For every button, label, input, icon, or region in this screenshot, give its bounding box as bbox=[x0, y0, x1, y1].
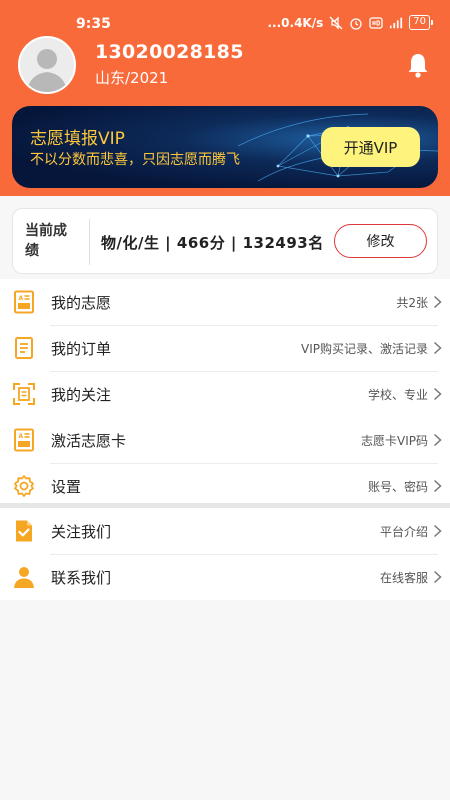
menu-item-contact-us[interactable]: 联系我们 在线客服 bbox=[0, 554, 450, 600]
vip-banner[interactable]: 志愿填报VIP 不以分数而悲喜，只因志愿而腾飞 开通VIP bbox=[12, 106, 438, 188]
chevron-right-icon bbox=[433, 570, 442, 584]
hd-icon bbox=[369, 16, 383, 29]
menu-label: 设置 bbox=[51, 477, 82, 496]
menu-hint: 学校、专业 bbox=[367, 387, 428, 402]
user-region-year: 山东/2021 bbox=[95, 69, 169, 87]
gear-icon bbox=[14, 475, 34, 497]
svg-text:A: A bbox=[19, 433, 24, 440]
menu-group-account: A 激活志愿卡 志愿卡VIP码 设置 账号、密码 bbox=[0, 417, 450, 509]
menu-hint: 账号、密码 bbox=[367, 479, 428, 494]
banner-subtitle: 不以分数而悲喜，只因志愿而腾飞 bbox=[30, 152, 240, 168]
menu-label: 关注我们 bbox=[51, 522, 112, 541]
menu-label: 联系我们 bbox=[51, 568, 112, 587]
banner-title: 志愿填报VIP bbox=[30, 129, 125, 149]
menu-hint: 在线客服 bbox=[379, 570, 428, 585]
menu-item-follow-us[interactable]: 关注我们 平台介绍 bbox=[0, 508, 450, 554]
activation-card-icon: A bbox=[14, 428, 34, 452]
menu-hint: 平台介绍 bbox=[379, 524, 428, 539]
status-time: 9:35 bbox=[76, 16, 111, 32]
menu-item-activate-card[interactable]: A 激活志愿卡 志愿卡VIP码 bbox=[0, 417, 450, 463]
edit-score-button[interactable]: 修改 bbox=[334, 224, 427, 258]
menu-label: 我的订单 bbox=[51, 339, 112, 358]
menu-item-my-follows[interactable]: 我的关注 学校、专业 bbox=[0, 371, 450, 417]
status-indicators: ...0.4K/s 70 bbox=[267, 15, 433, 30]
mute-icon bbox=[329, 15, 343, 30]
chevron-right-icon bbox=[433, 387, 442, 401]
chevron-right-icon bbox=[433, 479, 442, 493]
alarm-icon bbox=[350, 17, 362, 30]
menu-item-my-volunteer[interactable]: A 我的志愿 共2张 bbox=[0, 279, 450, 325]
follow-frame-icon bbox=[13, 383, 35, 405]
bell-icon[interactable] bbox=[407, 52, 429, 78]
score-label: 当前成绩 bbox=[25, 223, 67, 259]
score-divider bbox=[89, 219, 90, 265]
checked-document-icon bbox=[16, 520, 32, 542]
menu-group-records: A 我的志愿 共2张 我的订单 VIP购买记录、激活记录 我的关注 学校、专业 bbox=[0, 279, 450, 417]
menu-label: 我的关注 bbox=[51, 385, 112, 404]
status-bar: 9:35 ...0.4K/s 70 bbox=[0, 0, 450, 40]
volunteer-form-icon: A bbox=[14, 290, 34, 314]
person-icon bbox=[14, 567, 34, 588]
avatar[interactable] bbox=[18, 36, 76, 94]
menu-hint: VIP购买记录、激活记录 bbox=[301, 341, 428, 356]
menu-hint: 志愿卡VIP码 bbox=[361, 433, 428, 448]
menu-label: 激活志愿卡 bbox=[51, 431, 127, 450]
avatar-person-icon bbox=[26, 49, 68, 92]
open-vip-button[interactable]: 开通VIP bbox=[321, 127, 420, 167]
menu-hint: 共2张 bbox=[396, 295, 428, 310]
signal-icon bbox=[390, 17, 403, 28]
network-speed: ...0.4K/s bbox=[267, 15, 324, 30]
profile-header: 9:35 ...0.4K/s 70 13020028185 山东/2021 志愿… bbox=[0, 0, 450, 196]
order-document-icon bbox=[15, 337, 33, 359]
score-value: 物/化/生 | 466分 | 132493名 bbox=[101, 234, 324, 252]
chevron-right-icon bbox=[433, 341, 442, 355]
svg-text:A: A bbox=[19, 295, 24, 302]
chevron-right-icon bbox=[433, 295, 442, 309]
menu-group-about: 关注我们 平台介绍 联系我们 在线客服 bbox=[0, 508, 450, 600]
score-card: 当前成绩 物/化/生 | 466分 | 132493名 修改 bbox=[12, 208, 438, 274]
chevron-right-icon bbox=[433, 433, 442, 447]
menu-label: 我的志愿 bbox=[51, 293, 112, 312]
battery-icon: 70 bbox=[409, 15, 433, 30]
menu-item-my-orders[interactable]: 我的订单 VIP购买记录、激活记录 bbox=[0, 325, 450, 371]
chevron-right-icon bbox=[433, 524, 442, 538]
user-phone: 13020028185 bbox=[95, 41, 244, 63]
